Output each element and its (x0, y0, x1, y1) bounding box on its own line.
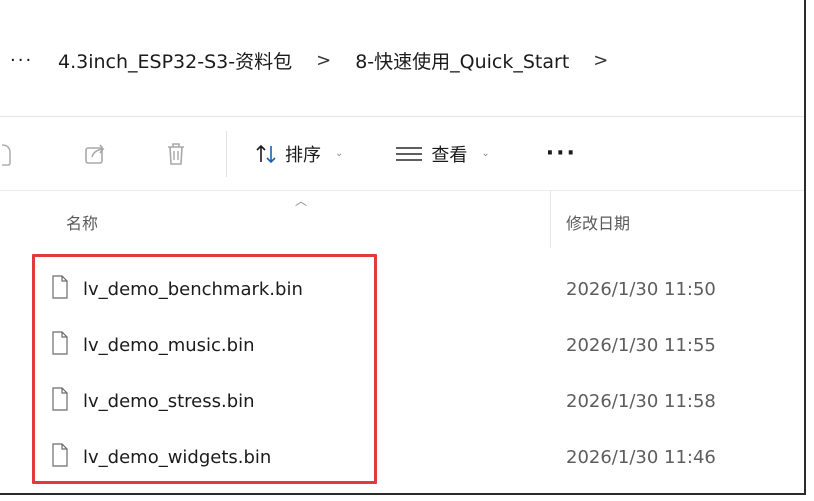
sort-button-label: 排序 (285, 144, 321, 166)
breadcrumb-separator-icon[interactable]: > (575, 50, 626, 71)
share-icon[interactable] (76, 139, 118, 169)
breadcrumb-item-package[interactable]: 4.3inch_ESP32-S3-资料包 (52, 47, 298, 74)
view-button[interactable]: 查看 ⌄ (395, 134, 490, 174)
column-header-modified[interactable]: 修改日期 (566, 210, 630, 234)
column-header-name[interactable]: 名称 (66, 210, 98, 234)
chevron-down-icon: ⌄ (481, 148, 490, 159)
more-options-button[interactable]: ··· (546, 141, 577, 166)
column-divider[interactable] (550, 190, 551, 248)
view-button-label: 查看 (431, 144, 468, 166)
highlight-box (32, 254, 377, 484)
sort-ascending-icon: ︿ (295, 194, 308, 208)
copy-icon[interactable] (0, 139, 18, 169)
file-explorer-window: ··· 4.3inch_ESP32-S3-资料包 > 8-快速使用_Quick_… (0, 0, 806, 495)
breadcrumb-separator-icon[interactable]: > (298, 50, 349, 71)
address-bar[interactable]: ··· 4.3inch_ESP32-S3-资料包 > 8-快速使用_Quick_… (0, 0, 804, 117)
delete-icon[interactable] (156, 139, 196, 169)
view-icon (395, 139, 423, 169)
breadcrumb-overflow-button[interactable]: ··· (10, 50, 52, 71)
file-modified-date: 2026/1/30 11:50 (566, 279, 716, 300)
breadcrumb: ··· 4.3inch_ESP32-S3-资料包 > 8-快速使用_Quick_… (10, 38, 626, 82)
file-modified-date: 2026/1/30 11:58 (566, 391, 716, 412)
column-header-row: 名称 ︿ 修改日期 (0, 190, 804, 248)
file-modified-date: 2026/1/30 11:46 (566, 447, 716, 468)
toolbar-divider (226, 130, 227, 177)
file-modified-date: 2026/1/30 11:55 (566, 335, 716, 356)
sort-button[interactable]: 排序 ⌄ (255, 134, 343, 174)
command-bar: 排序 ⌄ 查看 ⌄ ··· (0, 117, 804, 191)
sort-icon (255, 139, 277, 169)
breadcrumb-item-quick-start[interactable]: 8-快速使用_Quick_Start (349, 47, 575, 74)
chevron-down-icon: ⌄ (335, 148, 344, 159)
